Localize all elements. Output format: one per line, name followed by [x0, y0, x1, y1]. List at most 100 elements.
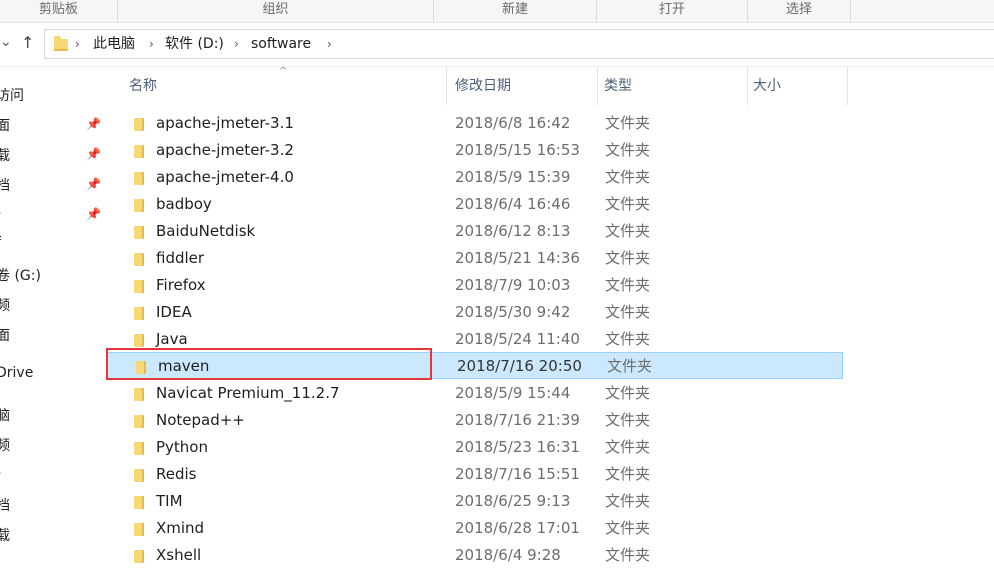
folder-icon: [134, 442, 144, 455]
nav-item-this-pc[interactable]: 脑: [0, 405, 10, 425]
recent-locations-chevron-icon[interactable]: ⌄: [0, 34, 12, 50]
folder-icon: [134, 469, 144, 482]
file-type: 文件夹: [605, 330, 651, 348]
column-header-type-label: 类型: [604, 78, 632, 94]
file-date: 2018/6/25 9:13: [455, 492, 571, 510]
highlight-box: [106, 348, 432, 380]
file-type: 文件夹: [605, 114, 651, 132]
file-name: apache-jmeter-3.1: [156, 114, 294, 132]
file-name: Redis: [156, 465, 197, 483]
file-type: 文件夹: [605, 249, 651, 267]
file-date: 2018/5/21 14:36: [455, 249, 580, 267]
file-name: IDEA: [156, 303, 192, 321]
folder-icon: [134, 145, 144, 158]
nav-item-videos[interactable]: 频: [0, 295, 10, 315]
folder-icon: [134, 199, 144, 212]
file-date: 2018/6/8 16:42: [455, 114, 571, 132]
nav-item-quick-access[interactable]: 访问: [0, 85, 24, 105]
address-bar[interactable]: › 此电脑 › 软件 (D:) › software ›: [44, 29, 994, 59]
list-item[interactable]: Xshell 2018/6/4 9:28 文件夹: [106, 542, 844, 569]
file-date: 2018/5/9 15:44: [455, 384, 571, 402]
file-type: 文件夹: [605, 492, 651, 510]
list-item[interactable]: apache-jmeter-3.2 2018/5/15 16:53 文件夹: [106, 137, 844, 164]
file-date: 2018/7/16 20:50: [457, 357, 582, 375]
nav-item-pictures-2[interactable]: -: [0, 465, 1, 481]
list-item[interactable]: TIM 2018/6/25 9:13 文件夹: [106, 488, 844, 515]
folder-icon: [134, 415, 144, 428]
folder-icon: [54, 36, 68, 51]
file-type: 文件夹: [605, 465, 651, 483]
column-header-date-label: 修改日期: [455, 78, 511, 94]
nav-item-documents[interactable]: 档: [0, 175, 10, 195]
nav-item-onedrive[interactable]: Drive: [0, 365, 33, 381]
ribbon-group-open: 打开: [597, 0, 748, 22]
file-date: 2018/6/12 8:13: [455, 222, 571, 240]
breadcrumb-drive-d[interactable]: 软件 (D:): [165, 30, 224, 58]
nav-item-downloads-2[interactable]: 载: [0, 525, 10, 545]
list-item[interactable]: IDEA 2018/5/30 9:42 文件夹: [106, 299, 844, 326]
file-type: 文件夹: [605, 411, 651, 429]
list-item[interactable]: Notepad++ 2018/7/16 21:39 文件夹: [106, 407, 844, 434]
nav-item-documents-2[interactable]: 档: [0, 495, 10, 515]
nav-item-pictures[interactable]: -: [0, 205, 1, 221]
file-date: 2018/5/23 16:31: [455, 438, 580, 456]
navigation-pane: 访问 面 📌 载 📌 档 📌 - 📌 f 卷 (G:) 频 面 Drive 脑 …: [0, 67, 106, 559]
file-date: 2018/5/30 9:42: [455, 303, 571, 321]
column-header-name[interactable]: 名称: [106, 67, 447, 105]
up-arrow-icon[interactable]: ↑: [21, 33, 34, 52]
pin-icon: 📌: [86, 117, 101, 131]
file-date: 2018/6/28 17:01: [455, 519, 580, 537]
list-item[interactable]: BaiduNetdisk 2018/6/12 8:13 文件夹: [106, 218, 844, 245]
folder-icon: [134, 334, 144, 347]
breadcrumb-software[interactable]: software: [251, 30, 311, 58]
chevron-right-icon[interactable]: ›: [75, 30, 80, 58]
address-bar-row: ⌄ ↑ › 此电脑 › 软件 (D:) › software ›: [0, 23, 994, 67]
file-date: 2018/7/16 15:51: [455, 465, 580, 483]
nav-item-videos-2[interactable]: 频: [0, 435, 10, 455]
ribbon-group-organize: 组织: [118, 0, 434, 22]
list-item[interactable]: fiddler 2018/5/21 14:36 文件夹: [106, 245, 844, 272]
file-type: 文件夹: [605, 384, 651, 402]
list-item[interactable]: Navicat Premium_11.2.7 2018/5/9 15:44 文件…: [106, 380, 844, 407]
file-list: apache-jmeter-3.1 2018/6/8 16:42 文件夹 apa…: [106, 110, 994, 564]
folder-icon: [134, 496, 144, 509]
column-header-type[interactable]: 类型: [598, 67, 748, 105]
list-item[interactable]: Firefox 2018/7/9 10:03 文件夹: [106, 272, 844, 299]
nav-item-downloads[interactable]: 载: [0, 145, 10, 165]
file-name: BaiduNetdisk: [156, 222, 256, 240]
file-name: badboy: [156, 195, 212, 213]
list-item[interactable]: badboy 2018/6/4 16:46 文件夹: [106, 191, 844, 218]
nav-item-desktop[interactable]: 面: [0, 115, 10, 135]
column-header-name-label: 名称: [129, 78, 157, 94]
file-date: 2018/5/9 15:39: [455, 168, 571, 186]
list-item[interactable]: Python 2018/5/23 16:31 文件夹: [106, 434, 844, 461]
chevron-right-icon[interactable]: ›: [149, 30, 154, 58]
list-item[interactable]: apache-jmeter-3.1 2018/6/8 16:42 文件夹: [106, 110, 844, 137]
column-header-size[interactable]: 大小: [748, 67, 848, 105]
list-item[interactable]: Xmind 2018/6/28 17:01 文件夹: [106, 515, 844, 542]
nav-item-f[interactable]: f: [0, 235, 1, 251]
nav-item-drive-g[interactable]: 卷 (G:): [0, 265, 41, 285]
list-item[interactable]: Redis 2018/7/16 15:51 文件夹: [106, 461, 844, 488]
folder-icon: [134, 280, 144, 293]
file-type: 文件夹: [605, 438, 651, 456]
file-type: 文件夹: [607, 357, 653, 375]
breadcrumb-this-pc[interactable]: 此电脑: [93, 30, 135, 58]
file-date: 2018/5/15 16:53: [455, 141, 580, 159]
file-date: 2018/7/16 21:39: [455, 411, 580, 429]
column-header-date[interactable]: 修改日期: [447, 67, 598, 105]
nav-item-desktop-2[interactable]: 面: [0, 325, 10, 345]
folder-icon: [134, 523, 144, 536]
folder-icon: [134, 226, 144, 239]
list-item[interactable]: apache-jmeter-4.0 2018/5/9 15:39 文件夹: [106, 164, 844, 191]
file-name: apache-jmeter-4.0: [156, 168, 294, 186]
chevron-right-icon[interactable]: ›: [327, 30, 332, 58]
file-type: 文件夹: [605, 222, 651, 240]
folder-icon: [134, 307, 144, 320]
file-type: 文件夹: [605, 276, 651, 294]
file-name: Xshell: [156, 546, 202, 564]
chevron-right-icon[interactable]: ›: [234, 30, 239, 58]
folder-icon: [134, 118, 144, 131]
ribbon-group-bar: 剪贴板 组织 新建 打开 选择: [0, 0, 994, 23]
folder-icon: [134, 550, 144, 563]
